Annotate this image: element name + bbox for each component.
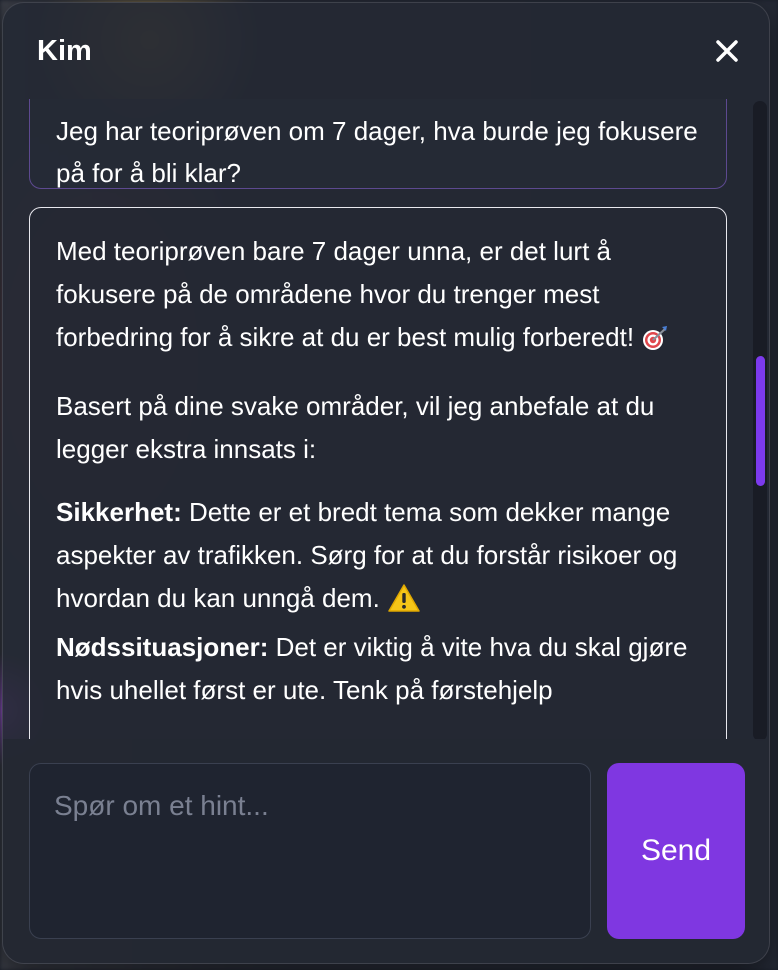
assistant-intro-text: Med teoriprøven bare 7 dager unna, er de… [56,236,635,352]
message-list[interactable]: Jeg har teoriprøven om 7 dager, hva burd… [3,99,751,739]
topic-2-title: Nødssituasjoner: [56,632,269,662]
assistant-paragraph-topics: Sikkerhet: Dette er et bredt tema som de… [56,491,700,712]
user-message-text: Jeg har teoriprøven om 7 dager, hva burd… [56,116,698,188]
warning-emoji-icon [387,583,421,626]
chat-title: Kim [37,35,92,67]
chat-header: Kim [3,3,769,103]
user-message: Jeg har teoriprøven om 7 dager, hva burd… [29,99,727,189]
chat-panel: Kim Jeg har teoriprøven om 7 dager, hva … [2,2,770,964]
send-button[interactable]: Send [607,763,745,939]
assistant-message: Med teoriprøven bare 7 dager unna, er de… [29,207,727,739]
assistant-paragraph-intro: Med teoriprøven bare 7 dager unna, er de… [56,230,700,365]
close-icon [716,40,738,62]
topic-1-title: Sikkerhet: [56,497,182,527]
target-emoji-icon [641,322,669,365]
scrollbar-thumb[interactable] [756,356,765,486]
assistant-paragraph-weak-areas: Basert på dine svake områder, vil jeg an… [56,391,655,464]
close-button[interactable] [709,33,745,69]
hint-input[interactable] [29,763,591,939]
message-scrollbar[interactable] [753,101,767,741]
composer: Send [3,739,769,963]
